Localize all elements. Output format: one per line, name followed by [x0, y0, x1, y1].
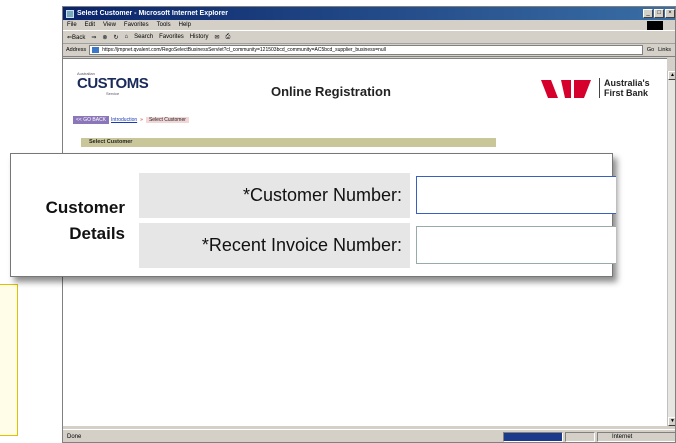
- address-label: Address: [66, 47, 87, 53]
- forward-button[interactable]: ⇒: [91, 34, 96, 41]
- menu-tools[interactable]: Tools: [157, 22, 171, 28]
- breadcrumb-current: Select Customer: [145, 117, 189, 123]
- progress-pane: [503, 431, 563, 442]
- customer-details-label: Customer Details: [23, 195, 125, 247]
- customer-details-line1: Customer: [45, 198, 125, 217]
- minimize-button[interactable]: _: [643, 9, 653, 18]
- vertical-scrollbar[interactable]: ▲ ▼: [667, 71, 675, 426]
- home-icon[interactable]: ⌂: [124, 34, 128, 40]
- menu-favorites[interactable]: Favorites: [124, 22, 149, 28]
- customs-logo-text: CUSTOMS: [77, 75, 149, 92]
- security-zone: Internet: [597, 431, 675, 442]
- ie-icon: [66, 9, 74, 18]
- mail-icon[interactable]: ✉: [214, 34, 219, 41]
- go-button[interactable]: Go: [647, 47, 654, 53]
- customer-number-label: *Customer Number:: [139, 173, 410, 218]
- toolbar: ⇐Back ⇒ ⊗ ↻ ⌂ Search Favorites History ✉…: [63, 31, 675, 44]
- menu-file[interactable]: File: [67, 22, 77, 28]
- go-back-button[interactable]: << GO BACK: [73, 116, 110, 124]
- search-button[interactable]: Search: [134, 34, 153, 40]
- section-header: Select Customer: [81, 138, 496, 147]
- page-title: Online Registration: [271, 84, 391, 99]
- menu-help[interactable]: Help: [179, 22, 191, 28]
- menu-view[interactable]: View: [103, 22, 116, 28]
- westpac-logo-icon: [541, 80, 591, 98]
- menu-bar: File Edit View Favorites Tools Help: [63, 20, 675, 31]
- note-box: [0, 284, 18, 436]
- screen: Select Customer - Microsoft Internet Exp…: [0, 0, 676, 443]
- address-input[interactable]: https://jmpnet.qvalent.com/RegoSelectBus…: [89, 45, 643, 55]
- menu-edit[interactable]: Edit: [85, 22, 95, 28]
- history-button[interactable]: History: [190, 34, 209, 40]
- status-text: Done: [67, 433, 82, 440]
- window-title: Select Customer - Microsoft Internet Exp…: [77, 10, 228, 17]
- scroll-up-icon[interactable]: ▲: [668, 71, 675, 80]
- scroll-down-icon[interactable]: ▼: [668, 417, 675, 426]
- breadcrumb-separator: »: [140, 117, 143, 123]
- title-bar: Select Customer - Microsoft Internet Exp…: [63, 7, 675, 20]
- links-button[interactable]: Links: [658, 47, 671, 53]
- bank-name-line2: First Bank: [604, 88, 649, 98]
- customer-details-line2: Details: [69, 224, 125, 243]
- print-icon[interactable]: ⎙: [226, 34, 231, 41]
- favorites-button[interactable]: Favorites: [159, 34, 184, 40]
- back-button[interactable]: ⇐Back: [67, 34, 85, 41]
- status-pane: [565, 431, 595, 442]
- customer-number-input[interactable]: [416, 176, 616, 214]
- close-button[interactable]: ×: [665, 9, 675, 18]
- refresh-icon[interactable]: ↻: [113, 34, 118, 41]
- customer-number-row: *Customer Number:: [139, 173, 616, 218]
- zoom-callout: Customer Details *Customer Number: *Rece…: [10, 153, 616, 277]
- invoice-number-row: *Recent Invoice Number:: [139, 223, 616, 268]
- maximize-button[interactable]: □: [654, 9, 664, 18]
- bank-name: Australia's First Bank: [599, 78, 650, 98]
- breadcrumb: << GO BACK Introduction » Select Custome…: [73, 116, 189, 124]
- bank-name-line1: Australia's: [604, 78, 650, 88]
- customs-logo: Australian CUSTOMS Service: [77, 71, 149, 96]
- status-bar: Done Internet: [63, 429, 675, 442]
- invoice-number-input[interactable]: [416, 226, 616, 264]
- stop-icon[interactable]: ⊗: [102, 34, 107, 41]
- address-bar: Address https://jmpnet.qvalent.com/RegoS…: [63, 44, 675, 57]
- windows-flag-icon: [647, 21, 663, 30]
- invoice-number-label: *Recent Invoice Number:: [139, 223, 410, 268]
- breadcrumb-introduction-link[interactable]: Introduction: [111, 117, 137, 123]
